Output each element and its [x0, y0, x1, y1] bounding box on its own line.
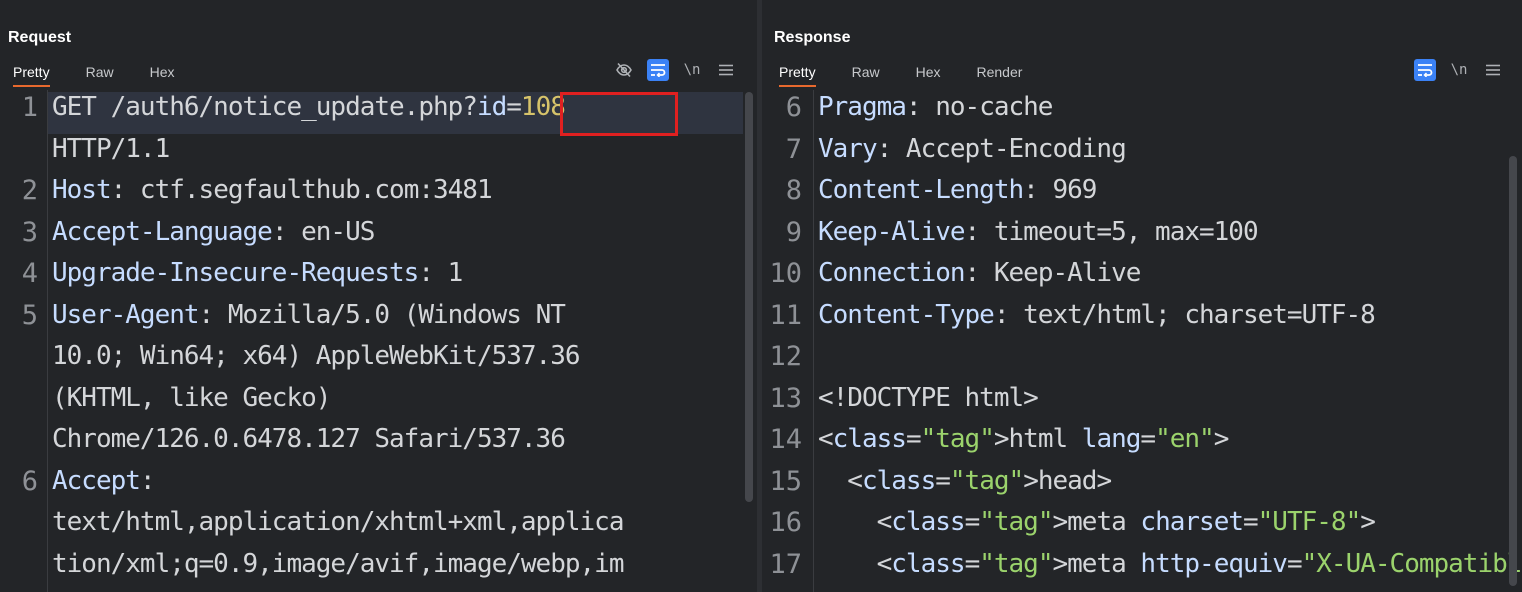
tab-raw[interactable]: Raw — [852, 60, 880, 85]
code-line: (KHTML, like Gecko) — [52, 382, 331, 413]
line-number: 12 — [769, 341, 802, 372]
code-line: Accept: — [52, 465, 156, 496]
tab-pretty[interactable]: Pretty — [13, 60, 50, 87]
code-line: <class="tag">html lang="en"> — [818, 424, 1229, 454]
gutter-separator — [813, 90, 814, 592]
response-title: Response — [774, 29, 851, 46]
response-tabs: Pretty Raw Hex Render — [762, 60, 1044, 87]
newline-toggle[interactable]: \n — [1448, 59, 1470, 81]
code-line: Keep-Alive: timeout=5, max=100 — [818, 216, 1259, 247]
code-line: Chrome/126.0.6478.127 Safari/537.36 — [52, 424, 566, 454]
code-line: Connection: Keep-Alive — [818, 258, 1141, 288]
line-number: 3 — [21, 216, 38, 248]
request-tools: \n — [613, 58, 737, 82]
menu-icon[interactable] — [715, 59, 737, 81]
code-line: <class="tag">head> — [818, 465, 1112, 496]
response-pane: Response Pretty Raw Hex Render \n 6 Pragm… — [762, 0, 1522, 592]
tab-raw[interactable]: Raw — [86, 60, 114, 85]
code-line: HTTP/1.1 — [52, 133, 170, 164]
code-line: Pragma: no-cache — [818, 92, 1053, 122]
line-number: 9 — [785, 216, 802, 248]
line-number: 15 — [769, 465, 802, 497]
code-line: User-Agent: Mozilla/5.0 (Windows NT — [52, 299, 566, 330]
wrap-icon[interactable] — [647, 59, 669, 81]
code-line: text/html,application/xhtml+xml,applica — [52, 507, 624, 537]
code-line: Content-Type: text/html; charset=UTF-8 — [818, 299, 1376, 330]
request-pane: Request Pretty Raw Hex \n 1 GET /auth6/no… — [0, 0, 757, 592]
code-line: Accept-Language: en-US — [52, 216, 375, 247]
line-number: 5 — [21, 299, 38, 331]
code-line: Upgrade-Insecure-Requests: 1 — [52, 258, 463, 288]
request-title: Request — [8, 29, 72, 46]
code-line: <!DOCTYPE html> — [818, 382, 1039, 413]
highlight-box-id-param — [560, 92, 678, 136]
menu-icon[interactable] — [1482, 59, 1504, 81]
code-line: Host: ctf.segfaulthub.com:3481 — [52, 175, 493, 205]
line-number: 14 — [769, 424, 802, 455]
request-editor[interactable]: 1 GET /auth6/notice_update.php?id=108 HTTP… — [0, 90, 757, 592]
code-line: GET /auth6/notice_update.php?id=108 — [52, 92, 566, 122]
line-number: 16 — [769, 507, 802, 538]
gutter-separator — [47, 90, 48, 592]
request-scrollbar[interactable] — [745, 92, 753, 502]
line-number: 17 — [769, 548, 802, 580]
code-line: <class="tag">meta charset="UTF-8"> — [818, 507, 1376, 537]
code-line: tion/xml;q=0.9,image/avif,image/webp,im — [52, 548, 624, 579]
eye-off-icon[interactable] — [613, 59, 635, 81]
code-line: <class="tag">meta http-equiv="X-UA-Compa… — [818, 548, 1522, 579]
line-number: 13 — [769, 382, 802, 414]
newline-toggle[interactable]: \n — [681, 59, 703, 81]
line-number: 11 — [769, 299, 802, 331]
line-number: 10 — [769, 258, 802, 289]
line-number: 2 — [21, 175, 38, 206]
wrap-icon[interactable] — [1414, 59, 1436, 81]
line-number: 1 — [21, 92, 38, 123]
code-line: Vary: Accept-Encoding — [818, 133, 1127, 164]
line-number: 6 — [21, 465, 38, 497]
tab-hex[interactable]: Hex — [916, 60, 941, 85]
code-line: 10.0; Win64; x64) AppleWebKit/537.36 — [52, 341, 581, 371]
response-tools: \n — [1414, 58, 1504, 82]
tab-hex[interactable]: Hex — [150, 60, 175, 85]
line-number: 6 — [785, 92, 802, 123]
request-tabs: Pretty Raw Hex — [0, 60, 197, 87]
line-number: 8 — [785, 175, 802, 206]
line-number: 4 — [21, 258, 38, 289]
response-scrollbar[interactable] — [1509, 156, 1517, 586]
line-number: 7 — [785, 133, 802, 165]
response-editor[interactable]: 6 Pragma: no-cache 7 Vary: Accept-Encoding 8… — [762, 90, 1522, 592]
tab-render[interactable]: Render — [977, 60, 1023, 85]
tab-pretty[interactable]: Pretty — [779, 60, 816, 87]
code-line: Content-Length: 969 — [818, 175, 1097, 205]
